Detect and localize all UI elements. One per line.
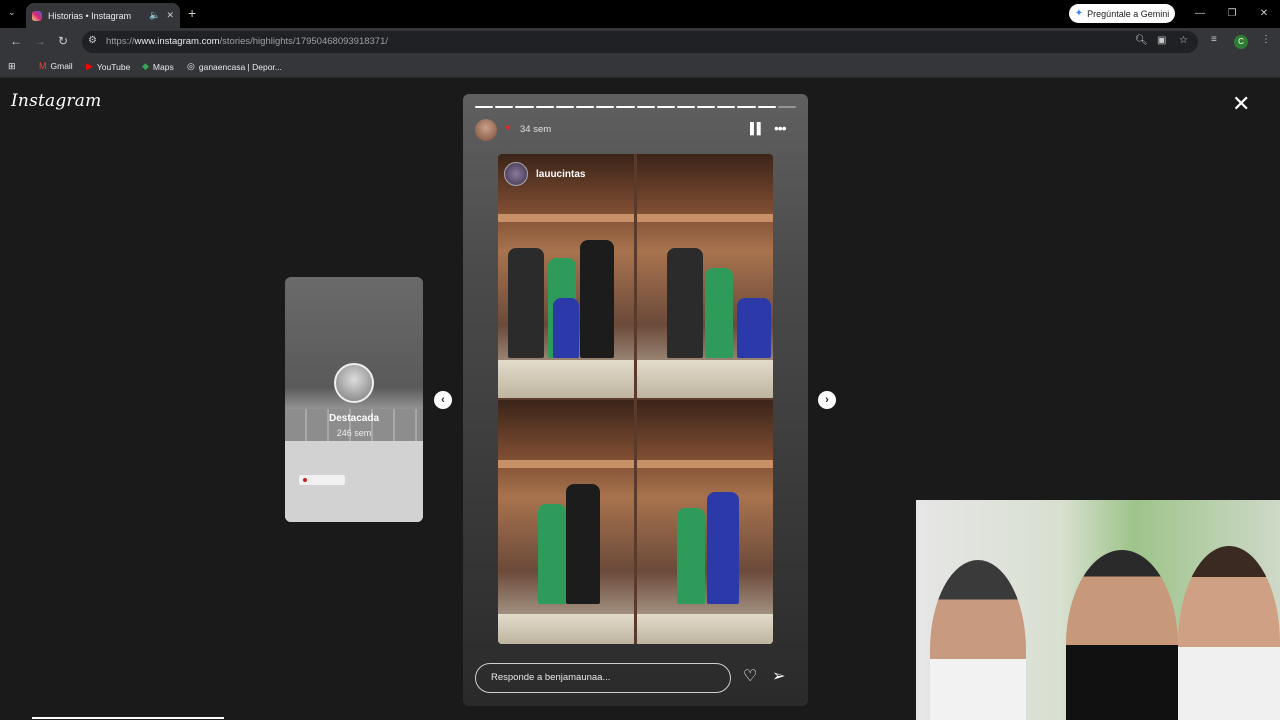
progress-segment (495, 106, 514, 108)
progress-segment (656, 106, 675, 108)
story-photo (637, 400, 773, 644)
story-progress-bars (475, 106, 796, 108)
zoom-icon[interactable]: 🔍︎ (1135, 35, 1148, 46)
progress-segment (636, 106, 655, 108)
chevron-left-icon[interactable]: ‹ (434, 391, 452, 409)
progress-segment (535, 106, 554, 108)
instagram-logo[interactable]: Instagram (11, 91, 101, 111)
globe-icon: ◎ (187, 61, 195, 71)
progress-segment (757, 106, 776, 108)
minimize-icon[interactable]: — (1184, 0, 1216, 28)
maps-icon: ◆ (142, 61, 149, 71)
side-story-name: Destacada (328, 413, 380, 424)
address-bar[interactable]: ⚙ https://www.instagram.com/stories/high… (82, 31, 1198, 53)
menu-icon[interactable]: ⋮ (1261, 34, 1271, 45)
side-story-time: 246 sem (336, 428, 372, 438)
progress-segment (717, 106, 736, 108)
youtube-icon: ▶ (86, 61, 93, 71)
story-avatar[interactable] (475, 119, 497, 141)
progress-segment (515, 106, 534, 108)
mention-avatar (504, 162, 528, 186)
progress-segment (737, 106, 756, 108)
gemini-icon: ✦ (1074, 8, 1084, 19)
previous-story-preview[interactable]: Destacada 246 sem (285, 277, 423, 522)
story-photo (498, 154, 634, 398)
tab-instagram[interactable]: Historias • Instagram 🔈 ✕ (26, 3, 180, 28)
site-info-icon[interactable]: ⚙ (88, 35, 97, 46)
back-icon[interactable]: ← (10, 34, 22, 48)
progress-segment (555, 106, 574, 108)
tab-close-icon[interactable]: ✕ (166, 10, 174, 21)
side-story-avatar (334, 363, 374, 403)
media-controls-icon[interactable]: ≡ (1211, 34, 1217, 45)
story-time: 34 sem (520, 124, 552, 135)
progress-segment (676, 106, 696, 108)
bookmarks-bar: ⊞ M Gmail ▶ YouTube ◆ Maps ◎ ganaencasa | De… (0, 56, 1280, 78)
tab-title: Historias • Instagram (48, 10, 132, 21)
reply-input[interactable]: Responde a benjamaunaa... (475, 663, 731, 693)
bookmark-star-icon[interactable]: ☆ (1179, 35, 1188, 46)
story-header: ♥ 34 sem ▌▌ ••• (475, 119, 796, 143)
window-close-icon[interactable]: ✕ (1248, 0, 1280, 28)
progress-segment (616, 106, 635, 108)
progress-segment (475, 106, 494, 108)
more-icon[interactable]: ••• (774, 120, 787, 136)
webcam-overlay (916, 500, 1280, 720)
pause-icon[interactable]: ▌▌ (750, 123, 765, 135)
reload-icon[interactable]: ↻ (58, 34, 68, 48)
stories-page: Instagram ✕ Destacada 246 sem ‹ › ♥ 34 s… (0, 79, 1280, 720)
bookmark-gmail[interactable]: M Gmail (39, 61, 73, 71)
restore-icon[interactable]: ❐ (1216, 0, 1248, 28)
apps-icon[interactable]: ⊞ (8, 61, 16, 72)
tab-search-icon[interactable]: ⌄ (8, 7, 16, 18)
browser-toolbar: ← → ↻ ⚙ https://www.instagram.com/storie… (0, 28, 1280, 56)
close-icon[interactable]: ✕ (1232, 93, 1250, 115)
new-tab-button[interactable]: + (188, 5, 196, 21)
gemini-label: Pregúntale a Gemini (1087, 8, 1170, 19)
story-photo (637, 154, 773, 398)
bookmark-youtube[interactable]: ▶ YouTube (86, 61, 130, 72)
progress-segment (777, 106, 796, 108)
progress-segment (596, 106, 615, 108)
forward-icon[interactable]: → (34, 34, 46, 48)
instagram-favicon-icon (32, 10, 42, 21)
window-controls: — ❐ ✕ (1184, 0, 1280, 28)
mention-username: lauucintas (536, 168, 586, 180)
bookmark-ganaencasa[interactable]: ◎ ganaencasa | Depor... (187, 61, 282, 72)
heart-icon[interactable]: ♡ (743, 666, 757, 686)
cast-icon[interactable]: ▣ (1157, 35, 1166, 46)
url-text: https://www.instagram.com/stories/highli… (106, 36, 389, 47)
audio-icon[interactable]: 🔈 (149, 10, 160, 21)
chevron-right-icon[interactable]: › (818, 391, 836, 409)
progress-segment (697, 106, 716, 108)
current-story: ♥ 34 sem ▌▌ ••• lauucintas Responde a be… (463, 94, 808, 706)
gemini-button[interactable]: ✦ Pregúntale a Gemini (1069, 4, 1175, 23)
highlight-heart-icon: ♥ (505, 123, 511, 134)
profile-avatar[interactable]: C (1234, 35, 1248, 49)
mention-user[interactable]: lauucintas (504, 162, 585, 186)
side-story-sticker (299, 475, 345, 485)
story-media: lauucintas (498, 154, 773, 644)
send-icon[interactable]: ➢ (772, 666, 785, 686)
tab-strip: ⌄ Historias • Instagram 🔈 ✕ + ✦ Pregúnta… (0, 0, 1280, 28)
scroll-indicator (32, 717, 224, 719)
story-photo (498, 400, 634, 644)
gmail-icon: M (39, 61, 47, 71)
bookmark-maps[interactable]: ◆ Maps (142, 61, 174, 72)
progress-segment (575, 106, 595, 108)
